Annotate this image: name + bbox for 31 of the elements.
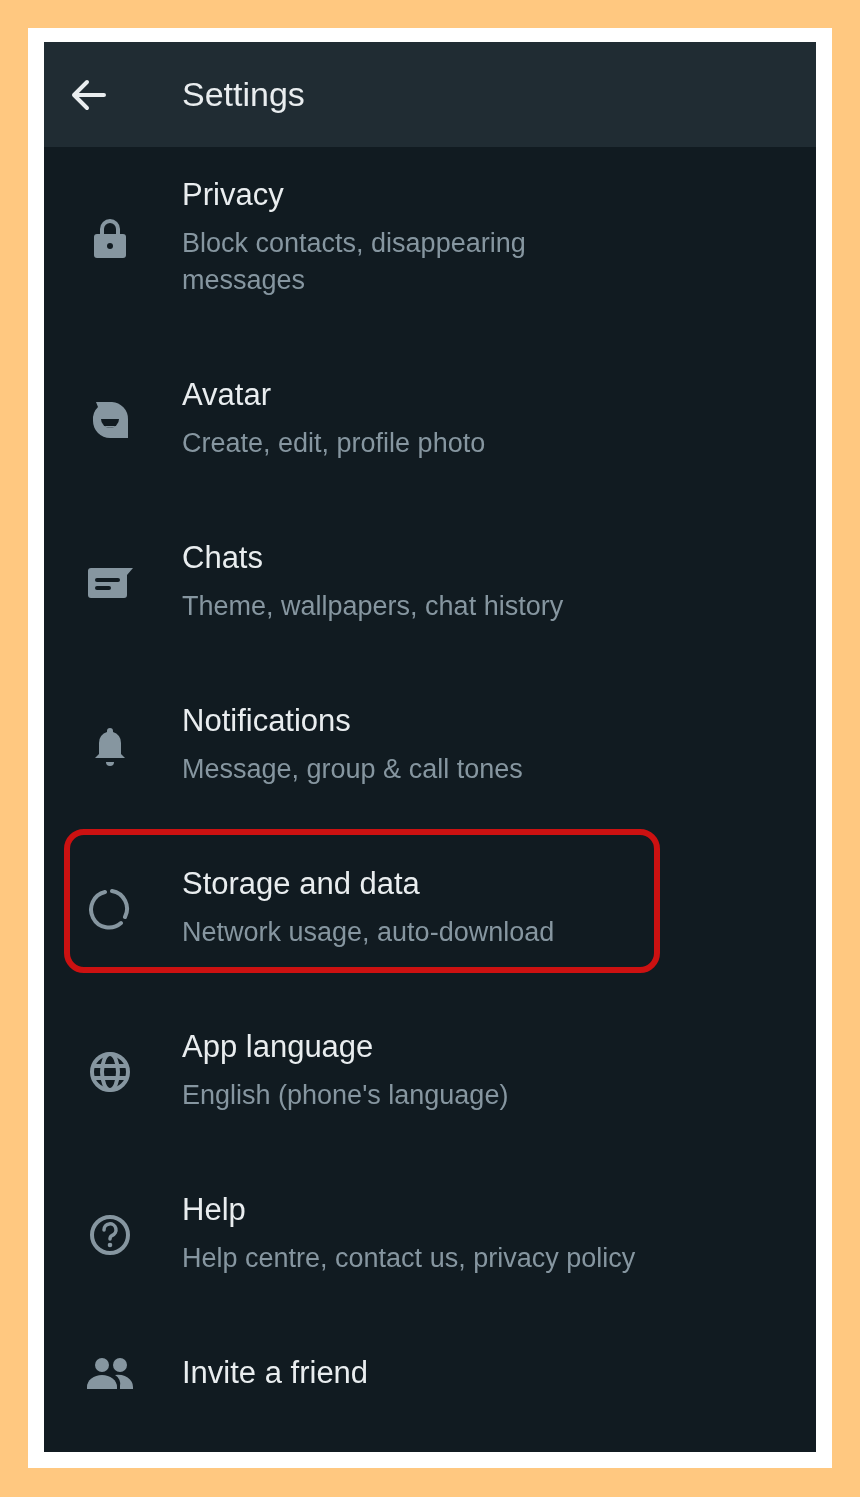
item-title: App language (182, 1029, 375, 1065)
item-title: Help (182, 1192, 247, 1228)
item-description: Network usage, auto-download (182, 916, 556, 949)
people-icon (85, 1357, 134, 1389)
settings-item[interactable]: Invite a friend (44, 1325, 816, 1416)
settings-item[interactable]: Help Help centre, contact us, privacy policy (44, 1162, 816, 1325)
help-icon (87, 1212, 132, 1257)
item-description: English (phone's language) (182, 1079, 510, 1112)
screen-title: Settings (182, 75, 305, 114)
settings-item[interactable]: Notifications Message, group & call tones (44, 673, 816, 836)
item-title: Avatar (182, 377, 273, 413)
item-title: Storage and data (182, 866, 421, 902)
item-description: Help centre, contact us, privacy policy (182, 1242, 637, 1275)
item-title: Privacy (182, 177, 285, 213)
progress-ring-icon (87, 886, 132, 931)
lock-icon (91, 218, 128, 258)
item-description: Theme, wallpapers, chat history (182, 590, 565, 623)
item-title: Invite a friend (182, 1355, 370, 1391)
item-description: Message, group & call tones (182, 753, 524, 786)
item-title: Chats (182, 540, 264, 576)
item-title: Notifications (182, 703, 352, 739)
message-icon (86, 565, 133, 600)
settings-item[interactable]: Avatar Create, edit, profile photo (44, 347, 816, 510)
item-description: Create, edit, profile photo (182, 427, 487, 460)
globe-icon (87, 1049, 132, 1094)
settings-item[interactable]: Privacy Block contacts, disappearing messages (44, 147, 816, 347)
settings-item[interactable]: Storage and data Network usage, auto-download (44, 836, 816, 999)
settings-item[interactable]: Chats Theme, wallpapers, chat history (44, 510, 816, 673)
settings-item[interactable]: App language English (phone's language) (44, 999, 816, 1162)
back-arrow-icon[interactable] (70, 78, 106, 111)
item-description: Block contacts, disappearing messages (182, 227, 527, 297)
